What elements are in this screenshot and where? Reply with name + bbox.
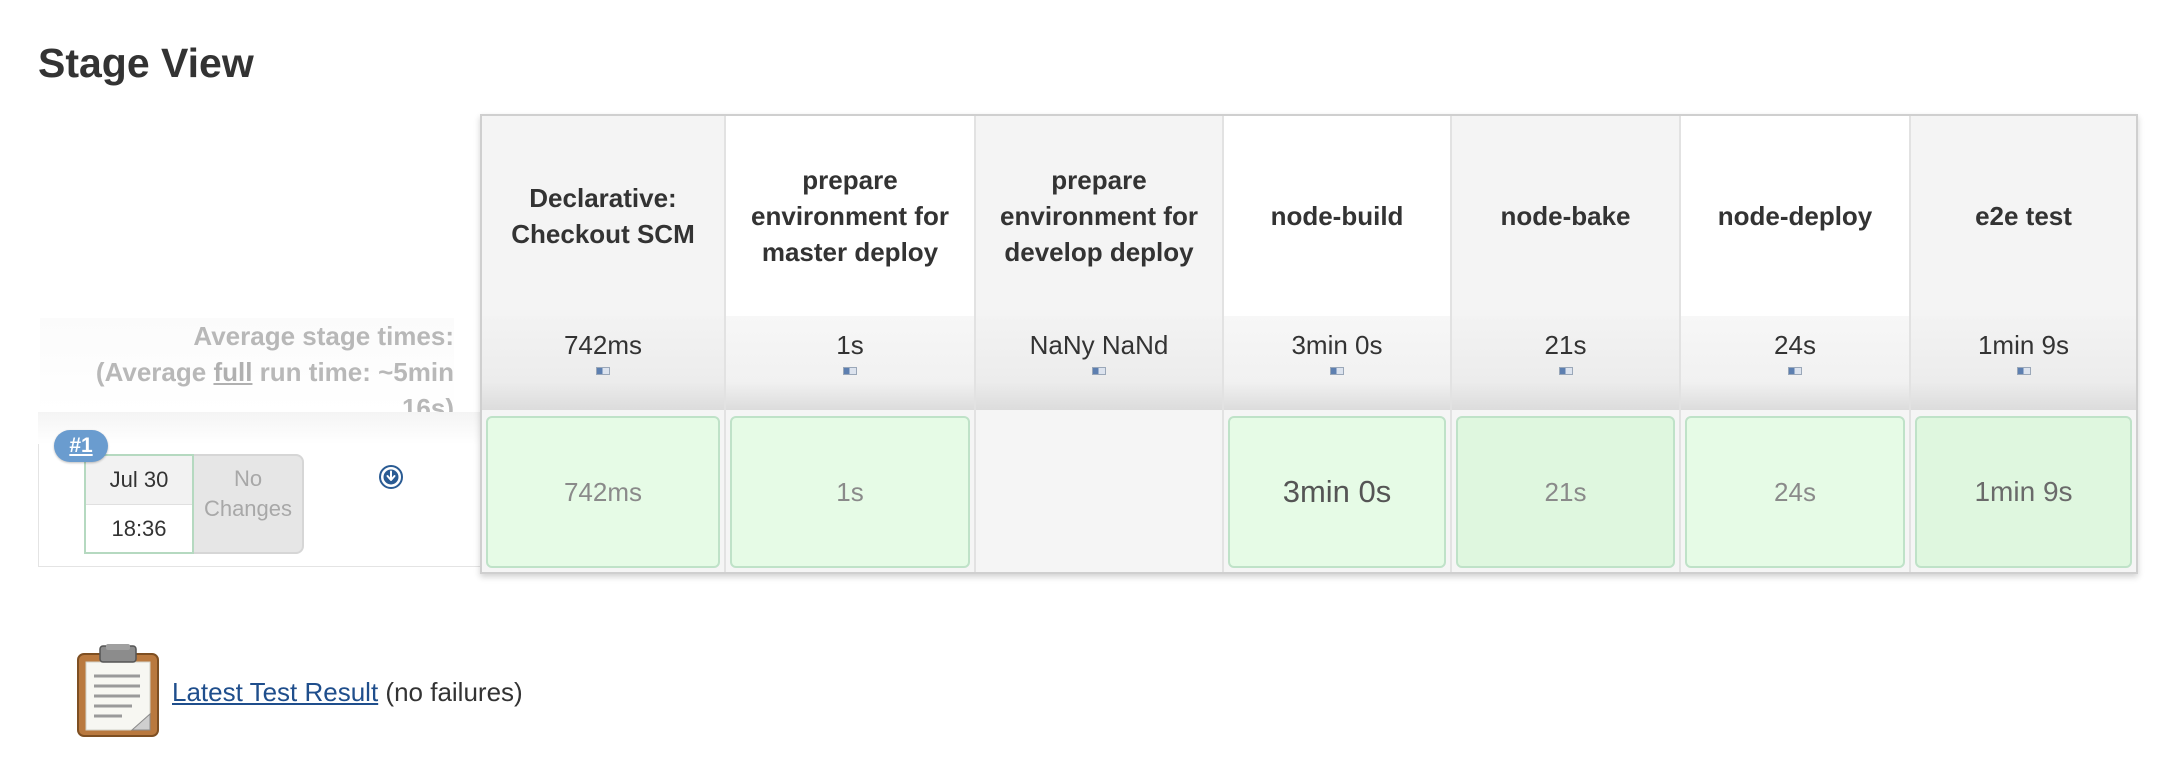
stage-progress-icon [1330, 367, 1344, 375]
average-stage-times-label: Average stage times: (Average full run t… [40, 318, 454, 423]
stage-cell-wrap: 24s [1681, 410, 1909, 572]
average-label-line2: (Average full run time: ~5min [40, 354, 454, 390]
build-date-box[interactable]: Jul 30 18:36 [84, 454, 194, 554]
stage-result-cell[interactable]: 24s [1685, 416, 1905, 568]
stage-average-time: 1s [836, 330, 864, 360]
stage-average: NaNy NaNd [976, 316, 1222, 410]
build-number-badge[interactable]: #1 [54, 430, 108, 462]
stage-header: e2e test [1911, 116, 2136, 316]
latest-test-result-link[interactable]: Latest Test Result [172, 677, 378, 707]
stage-average: 1s [726, 316, 974, 410]
stage-progress-icon [843, 367, 857, 375]
changes-box[interactable]: No Changes [192, 454, 304, 554]
test-result-suffix: (no failures) [385, 676, 523, 707]
stage-average-time: 742ms [563, 330, 643, 360]
stage-cell-wrap: 1s [726, 410, 974, 572]
stage-average: 24s [1681, 316, 1909, 410]
build-date: Jul 30 [86, 456, 192, 505]
stage-cell-wrap: 1min 9s [1911, 410, 2136, 572]
stage-cell-wrap: 742ms [482, 410, 724, 572]
stage-header: prepare environment for develop deploy [976, 116, 1222, 316]
test-result-text: Latest Test Result (no failures) [172, 675, 523, 708]
stage-header: node-build [1224, 116, 1450, 316]
stage-result-cell[interactable]: 21s [1456, 416, 1675, 568]
stage-column-e2e-test: e2e test 1min 9s 1min 9s [1911, 116, 2136, 572]
changes-line1: No [233, 466, 263, 491]
stage-column-develop-deploy: prepare environment for develop deploy N… [976, 116, 1224, 572]
stage-header: node-deploy [1681, 116, 1909, 316]
stage-result-cell [980, 416, 1218, 568]
stage-column-node-build: node-build 3min 0s 3min 0s [1224, 116, 1452, 572]
stage-average-time: 21s [1544, 330, 1587, 360]
stage-table: Declarative: Checkout SCM 742ms 742ms pr… [480, 114, 2138, 574]
stage-header: Declarative: Checkout SCM [482, 116, 724, 316]
stage-progress-icon [1788, 367, 1802, 375]
latest-test-result: Latest Test Result (no failures) [76, 644, 523, 738]
stage-column-node-deploy: node-deploy 24s 24s [1681, 116, 1911, 572]
stage-column-checkout-scm: Declarative: Checkout SCM 742ms 742ms [482, 116, 726, 572]
average-label-line1: Average stage times: [193, 321, 454, 351]
stage-cell-wrap: 3min 0s [1224, 410, 1450, 572]
stage-average-time: 24s [1774, 330, 1816, 360]
stage-result-cell[interactable]: 3min 0s [1228, 416, 1446, 568]
stage-average-time: NaNy NaNd [1029, 330, 1169, 360]
stage-progress-icon [1092, 367, 1106, 375]
stage-average: 1min 9s [1911, 316, 2136, 410]
stage-average: 3min 0s [1224, 316, 1450, 410]
stage-result-cell[interactable]: 1s [730, 416, 970, 568]
stage-average-time: 3min 0s [1291, 330, 1383, 360]
stage-result-cell[interactable]: 1min 9s [1915, 416, 2132, 568]
stage-column-master-deploy: prepare environment for master deploy 1s… [726, 116, 976, 572]
stage-average: 742ms [482, 316, 724, 410]
full-run-link[interactable]: full [213, 357, 252, 387]
stage-progress-icon [596, 367, 610, 375]
changes-line2: Changes [203, 496, 293, 521]
page-title: Stage View [38, 40, 254, 86]
clipboard-icon [77, 644, 159, 737]
stage-column-node-bake: node-bake 21s 21s [1452, 116, 1681, 572]
download-circle-icon[interactable] [379, 465, 403, 489]
stage-progress-icon [1558, 367, 1573, 375]
stage-progress-icon [2016, 367, 2031, 375]
stage-header: node-bake [1452, 116, 1679, 316]
stage-cell-wrap [976, 410, 1222, 572]
stage-header: prepare environment for master deploy [726, 116, 974, 316]
stage-result-cell[interactable]: 742ms [486, 416, 720, 568]
stage-average: 21s [1452, 316, 1679, 410]
average-label-suffix: run time: ~5min [252, 357, 454, 387]
stage-cell-wrap: 21s [1452, 410, 1679, 572]
stage-average-time: 1min 9s [1977, 330, 2070, 360]
average-label-prefix: (Average [95, 357, 214, 387]
build-time: 18:36 [111, 516, 167, 541]
